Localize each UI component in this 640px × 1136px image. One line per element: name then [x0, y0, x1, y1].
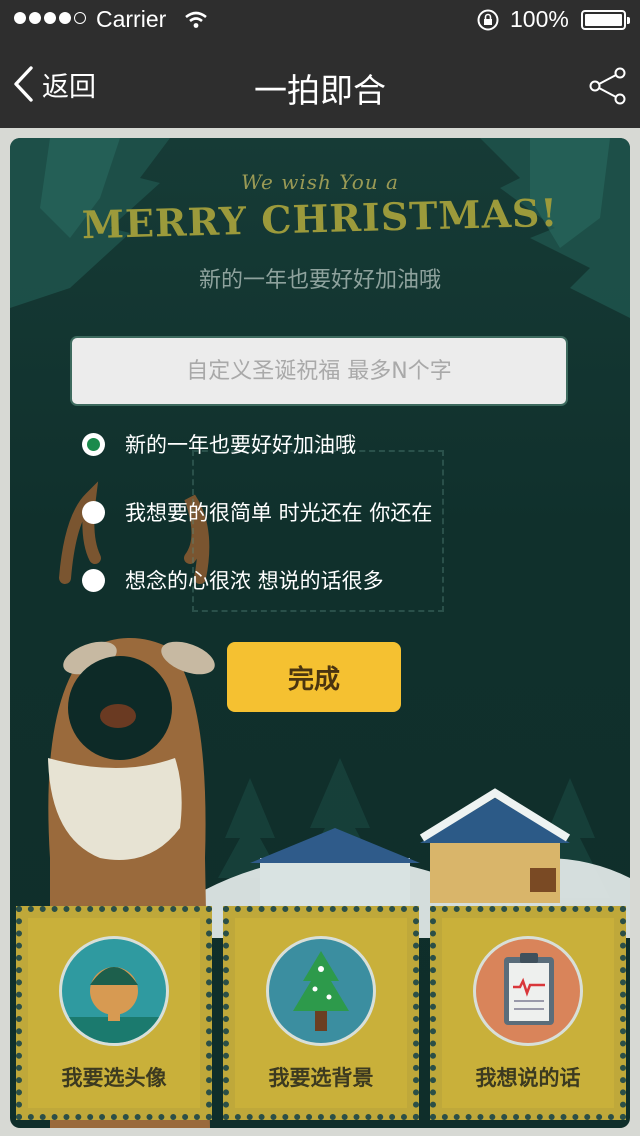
stamp-choose-avatar[interactable]: 我要选头像 [16, 906, 212, 1120]
custom-message-input[interactable] [72, 338, 566, 404]
done-button[interactable]: 完成 [227, 642, 401, 712]
wifi-icon [185, 11, 207, 28]
option-label: 想念的心很浓 想说的话很多 [125, 569, 384, 593]
option-label: 新的一年也要好好加油哦 [125, 433, 356, 457]
carrier-label: Carrier [96, 6, 167, 32]
battery-percent: 100% [510, 6, 569, 32]
share-icon[interactable] [588, 66, 628, 106]
page-title: 一拍即合 [254, 71, 386, 110]
radio-icon[interactable] [82, 568, 105, 592]
clipboard-icon [473, 936, 583, 1046]
option-3[interactable]: 想念的心很浓 想说的话很多 [82, 560, 384, 600]
nav-bar: 返回 一拍即合 [0, 40, 640, 128]
christmas-tree-icon [266, 936, 376, 1046]
christmas-card: We wish You a MERRY CHRISTMAS! 新的一年也要好好加… [10, 138, 630, 1128]
option-label: 我想要的很简单 时光还在 你还在 [125, 501, 433, 525]
status-bar: Carrier 100% [0, 0, 640, 40]
stamps-row: 我要选头像 我要选背景 我想说的话 [10, 898, 630, 1128]
custom-message-field[interactable] [70, 336, 568, 406]
card-subtitle: 新的一年也要好好加油哦 [198, 268, 441, 293]
radio-icon[interactable] [82, 500, 105, 524]
option-2[interactable]: 我想要的很简单 时光还在 你还在 [82, 492, 432, 532]
battery-icon [581, 10, 630, 30]
stamp-label: 我想说的话 [475, 1066, 581, 1090]
stamp-choose-background[interactable]: 我要选背景 [223, 906, 419, 1120]
radio-selected-icon[interactable] [82, 432, 105, 456]
stamp-my-message[interactable]: 我想说的话 [430, 906, 626, 1120]
signal-strength-icon [14, 12, 86, 24]
stamp-label: 我要选背景 [268, 1066, 374, 1090]
person-avatar-icon [59, 936, 169, 1046]
rotation-lock-icon [477, 9, 499, 31]
stamp-label: 我要选头像 [61, 1066, 167, 1090]
option-1[interactable]: 新的一年也要好好加油哦 [82, 424, 356, 464]
